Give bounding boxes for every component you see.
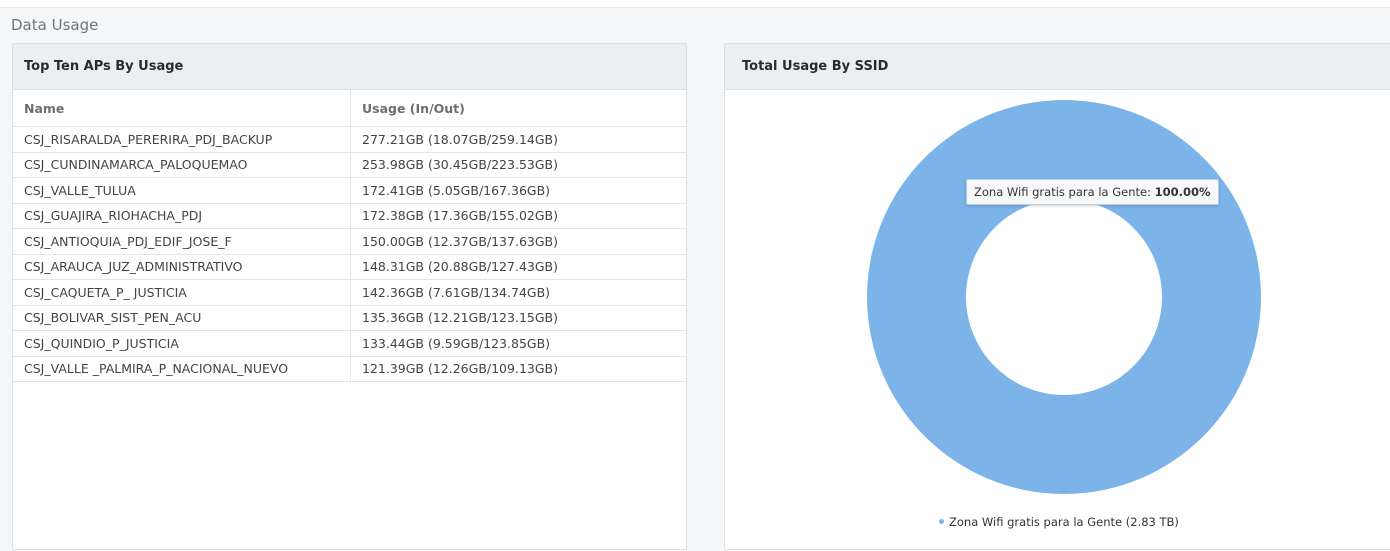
ap-name-cell: CSJ_ANTIOQUIA_PDJ_EDIF_JOSE_F bbox=[13, 228, 351, 255]
ap-name-cell: CSJ_VALLE _PALMIRA_P_NACIONAL_NUEVO bbox=[13, 356, 351, 382]
top-aps-panel-title: Top Ten APs By Usage bbox=[13, 44, 686, 90]
table-row[interactable]: CSJ_RISARALDA_PERERIRA_PDJ_BACKUP 277.21G… bbox=[13, 126, 686, 153]
ap-name-cell: CSJ_QUINDIO_P_JUSTICIA bbox=[13, 330, 351, 357]
table-row[interactable]: CSJ_ANTIOQUIA_PDJ_EDIF_JOSE_F 150.00GB (1… bbox=[13, 228, 686, 255]
ap-name-cell: CSJ_RISARALDA_PERERIRA_PDJ_BACKUP bbox=[13, 126, 351, 153]
tooltip-label: Zona Wifi gratis para la Gente: bbox=[974, 185, 1151, 199]
legend-label[interactable]: Zona Wifi gratis para la Gente (2.83 TB) bbox=[949, 515, 1179, 529]
ap-usage-cell: 148.31GB (20.88GB/127.43GB) bbox=[350, 254, 686, 280]
ap-usage-cell: 172.38GB (17.36GB/155.02GB) bbox=[350, 203, 686, 229]
ap-usage-cell: 277.21GB (18.07GB/259.14GB) bbox=[350, 126, 686, 153]
table-row[interactable]: CSJ_BOLIVAR_SIST_PEN_ACU 135.36GB (12.21G… bbox=[13, 305, 686, 331]
ap-name-cell: CSJ_CAQUETA_P_ JUSTICIA bbox=[13, 279, 351, 306]
ap-name-cell: CSJ_ARAUCA_JUZ_ADMINISTRATIVO bbox=[13, 254, 351, 280]
ap-usage-cell: 150.00GB (12.37GB/137.63GB) bbox=[350, 228, 686, 255]
ap-usage-cell: 142.36GB (7.61GB/134.74GB) bbox=[350, 279, 686, 306]
ap-usage-cell: 135.36GB (12.21GB/123.15GB) bbox=[350, 305, 686, 331]
ssid-donut-chart bbox=[867, 100, 1261, 494]
ap-usage-cell: 133.44GB (9.59GB/123.85GB) bbox=[350, 330, 686, 357]
table-row[interactable]: CSJ_VALLE_TULUA 172.41GB (5.05GB/167.36GB… bbox=[13, 177, 686, 204]
top-aps-panel: Top Ten APs By Usage Name Usage (In/Out)… bbox=[12, 43, 687, 550]
ap-name-cell: CSJ_VALLE_TULUA bbox=[13, 177, 351, 204]
table-row[interactable]: CSJ_QUINDIO_P_JUSTICIA 133.44GB (9.59GB/1… bbox=[13, 330, 686, 357]
ap-usage-cell: 253.98GB (30.45GB/223.53GB) bbox=[350, 152, 686, 178]
table-row[interactable]: CSJ_CAQUETA_P_ JUSTICIA 142.36GB (7.61GB/… bbox=[13, 279, 686, 306]
legend-marker bbox=[939, 519, 944, 524]
table-row[interactable]: CSJ_CUNDINAMARCA_PALOQUEMAO 253.98GB (30.… bbox=[13, 152, 686, 178]
top-strip bbox=[0, 0, 1390, 8]
tooltip-value: 100.00% bbox=[1154, 185, 1211, 199]
ssid-usage-panel-title: Total Usage By SSID bbox=[725, 44, 1390, 90]
table-header-row: Name Usage (In/Out) bbox=[13, 90, 686, 127]
table-row[interactable]: CSJ_GUAJIRA_RIOHACHA_PDJ 172.38GB (17.36G… bbox=[13, 203, 686, 229]
ap-name-cell: CSJ_CUNDINAMARCA_PALOQUEMAO bbox=[13, 152, 351, 178]
column-header-usage[interactable]: Usage (In/Out) bbox=[350, 90, 686, 127]
ap-usage-cell: 121.39GB (12.26GB/109.13GB) bbox=[350, 356, 686, 382]
ssid-usage-panel: Total Usage By SSID Zona Wifi gratis par… bbox=[724, 43, 1390, 550]
column-header-name[interactable]: Name bbox=[13, 90, 351, 127]
ap-name-cell: CSJ_GUAJIRA_RIOHACHA_PDJ bbox=[13, 203, 351, 229]
donut-slice[interactable] bbox=[867, 100, 1261, 494]
ssid-chart-area: Zona Wifi gratis para la Gente: 100.00% … bbox=[725, 90, 1390, 549]
chart-legend[interactable]: Zona Wifi gratis para la Gente (2.83 TB) bbox=[939, 515, 1179, 529]
ap-name-cell: CSJ_BOLIVAR_SIST_PEN_ACU bbox=[13, 305, 351, 331]
table-row[interactable]: CSJ_VALLE _PALMIRA_P_NACIONAL_NUEVO 121.3… bbox=[13, 356, 686, 382]
top-aps-table: Name Usage (In/Out) CSJ_RISARALDA_PERERI… bbox=[13, 90, 686, 382]
ap-usage-cell: 172.41GB (5.05GB/167.36GB) bbox=[350, 177, 686, 204]
section-title: Data Usage bbox=[11, 16, 99, 34]
table-row[interactable]: CSJ_ARAUCA_JUZ_ADMINISTRATIVO 148.31GB (2… bbox=[13, 254, 686, 280]
chart-tooltip: Zona Wifi gratis para la Gente: 100.00% bbox=[966, 179, 1219, 205]
